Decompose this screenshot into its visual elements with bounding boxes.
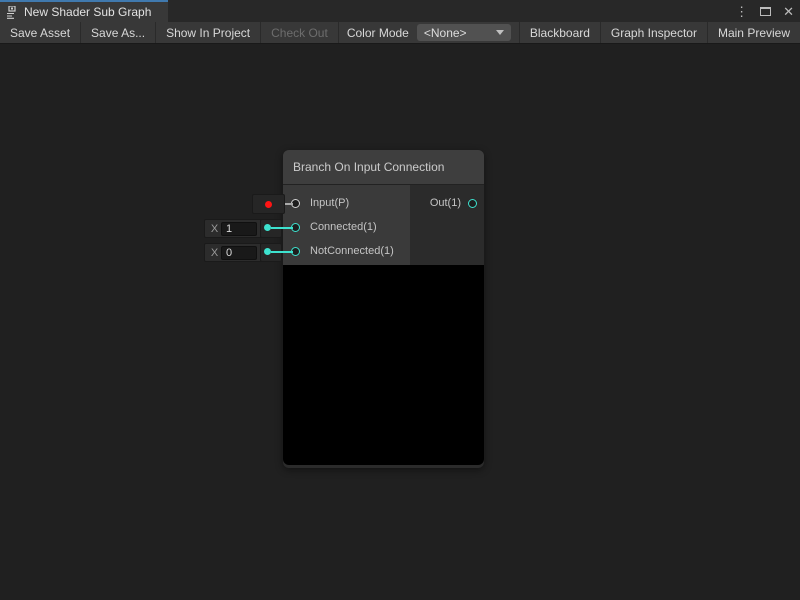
out-port-label: Out(1) (430, 197, 461, 209)
output-ports-column: Out(1) (410, 185, 484, 265)
connected-inline-value: X (204, 219, 262, 238)
connected-port-label: Connected(1) (310, 221, 377, 233)
color-mode-dropdown[interactable]: <None> (417, 24, 511, 41)
input-p-port-label: Input(P) (310, 197, 349, 209)
node-preview (283, 265, 484, 465)
port-row-notconnected: NotConnected(1) (283, 239, 410, 263)
graph-inspector-toggle-button[interactable]: Graph Inspector (600, 22, 707, 43)
subgraph-icon (6, 6, 19, 19)
main-preview-toggle-button[interactable]: Main Preview (707, 22, 800, 43)
tab-new-shader-sub-graph[interactable]: New Shader Sub Graph (0, 0, 168, 22)
out-port-icon[interactable] (468, 199, 477, 208)
close-icon[interactable]: ✕ (783, 5, 794, 18)
notconnected-value-input[interactable] (221, 246, 257, 260)
port-row-connected: Connected(1) (283, 215, 410, 239)
connected-value-input[interactable] (221, 222, 257, 236)
input-ports-column: Input(P) Connected(1) NotConnected(1) (283, 185, 410, 265)
graph-toolbar: Save Asset Save As... Show In Project Ch… (0, 22, 800, 44)
input-p-red-dot-icon (265, 201, 272, 208)
chevron-down-icon (496, 30, 504, 35)
notconnected-connector-dot-icon (264, 248, 271, 255)
connected-connector-dot-icon (264, 224, 271, 231)
menu-icon[interactable]: ⋮ (735, 5, 748, 18)
input-p-connector-line (285, 203, 293, 205)
window-controls: ⋮ ✕ (735, 0, 794, 22)
node-port-area: Input(P) Connected(1) NotConnected(1) Ou… (283, 185, 484, 265)
color-mode-label: Color Mode (339, 22, 417, 43)
tab-title: New Shader Sub Graph (24, 5, 151, 19)
input-p-inline-value[interactable] (252, 194, 285, 214)
show-in-project-button[interactable]: Show In Project (156, 22, 261, 43)
notconnected-axis-label: X (208, 247, 221, 259)
save-asset-button[interactable]: Save Asset (0, 22, 81, 43)
blackboard-toggle-button[interactable]: Blackboard (519, 22, 600, 43)
node-title[interactable]: Branch On Input Connection (283, 150, 484, 185)
tab-bar: New Shader Sub Graph ⋮ ✕ (0, 0, 800, 22)
connected-axis-label: X (208, 223, 221, 235)
port-row-input-p: Input(P) (283, 191, 410, 215)
notconnected-port-label: NotConnected(1) (310, 245, 394, 257)
port-row-out: Out(1) (410, 191, 484, 215)
notconnected-inline-value: X (204, 243, 262, 262)
graph-canvas[interactable]: Branch On Input Connection Input(P) Conn… (0, 45, 800, 600)
color-mode-value: <None> (424, 26, 467, 40)
node-branch-on-input-connection[interactable]: Branch On Input Connection Input(P) Conn… (283, 150, 484, 468)
check-out-button: Check Out (261, 22, 339, 43)
notconnected-connector-line (271, 251, 293, 253)
connected-connector-line (271, 227, 293, 229)
save-as-button[interactable]: Save As... (81, 22, 156, 43)
maximize-icon[interactable] (760, 7, 771, 16)
